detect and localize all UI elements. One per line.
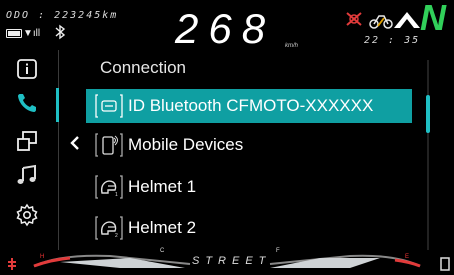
- traction-warning-icon: [369, 15, 393, 29]
- scrollbar-thumb[interactable]: [426, 95, 430, 133]
- menu-item-bluetooth-id[interactable]: ID Bluetooth CFMOTO-XXXXXX: [86, 89, 412, 123]
- dashboard-screen: ODO : 223245km ▼ıll 268 km/h N 22 : 35 C…: [0, 0, 454, 275]
- sidebar-item-settings[interactable]: [14, 202, 40, 228]
- battery-icon: [6, 29, 22, 38]
- menu-item-label: Helmet 2: [128, 218, 197, 237]
- screen-mirror-icon: [17, 131, 37, 151]
- sidebar-item-phone[interactable]: [14, 90, 40, 116]
- page-title: Connection: [100, 58, 187, 77]
- scrollbar-track[interactable]: [427, 60, 429, 250]
- menu-item-helmet-2[interactable]: 2 Helmet 2: [86, 211, 412, 245]
- signal-icon: ▼ıll: [23, 28, 41, 39]
- speed-readout: 268: [175, 5, 276, 52]
- navigation-chevron-icon: [394, 12, 420, 28]
- temp-low-label: C: [160, 248, 165, 254]
- fuel-empty-label: E: [405, 254, 410, 260]
- gear-indicator: N: [420, 0, 446, 38]
- sidebar-item-info[interactable]: [14, 56, 40, 82]
- menu-item-label: Helmet 1: [128, 177, 197, 196]
- sidebar-item-music[interactable]: [14, 162, 40, 188]
- menu-item-mobile-devices[interactable]: Mobile Devices: [86, 128, 412, 162]
- phone-icon: [18, 94, 36, 112]
- svg-text:2: 2: [115, 233, 118, 239]
- helmet-icon: 2: [94, 214, 124, 242]
- svg-text:1: 1: [115, 192, 118, 198]
- music-icon: [17, 164, 36, 184]
- info-icon: [17, 59, 37, 79]
- clock: 22 : 35: [364, 35, 421, 46]
- menu-item-label: ID Bluetooth CFMOTO-XXXXXX: [128, 96, 374, 115]
- mobile-device-icon: [94, 131, 124, 159]
- sidebar-active-indicator: [56, 88, 59, 122]
- fuel-full-label: F: [276, 248, 280, 254]
- speed-unit: km/h: [285, 43, 299, 49]
- helmet-icon: 1: [94, 173, 124, 201]
- chevron-left-icon[interactable]: [69, 135, 81, 151]
- bluetooth-icon: [55, 24, 66, 40]
- sidebar: [0, 50, 59, 250]
- bluetooth-id-icon: [94, 92, 124, 120]
- odometer: ODO : 223245km: [6, 10, 119, 21]
- menu-item-label: Mobile Devices: [128, 135, 244, 154]
- engine-warning-icon: [346, 12, 362, 26]
- settings-icon: [16, 203, 38, 227]
- menu-item-helmet-1[interactable]: 1 Helmet 1: [86, 170, 412, 204]
- sidebar-item-screen[interactable]: [14, 128, 40, 154]
- ride-mode: STREET: [192, 255, 272, 267]
- temp-high-label: H: [40, 254, 45, 260]
